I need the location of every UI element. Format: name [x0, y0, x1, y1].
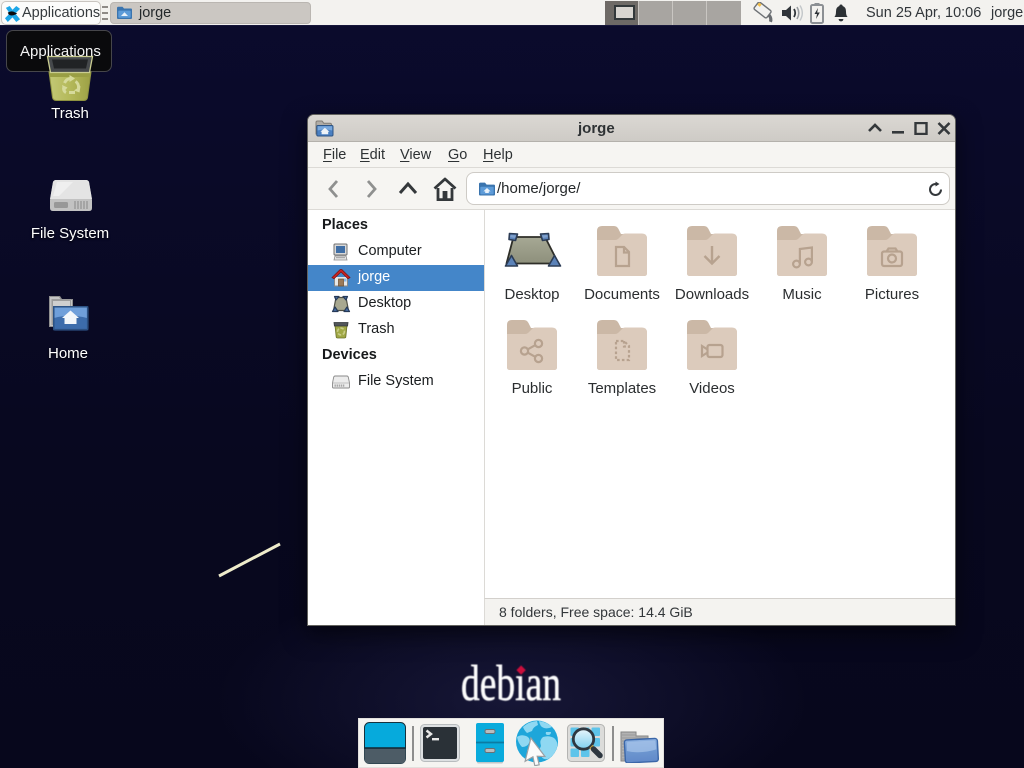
svg-text:debıan: debıan — [461, 656, 561, 712]
